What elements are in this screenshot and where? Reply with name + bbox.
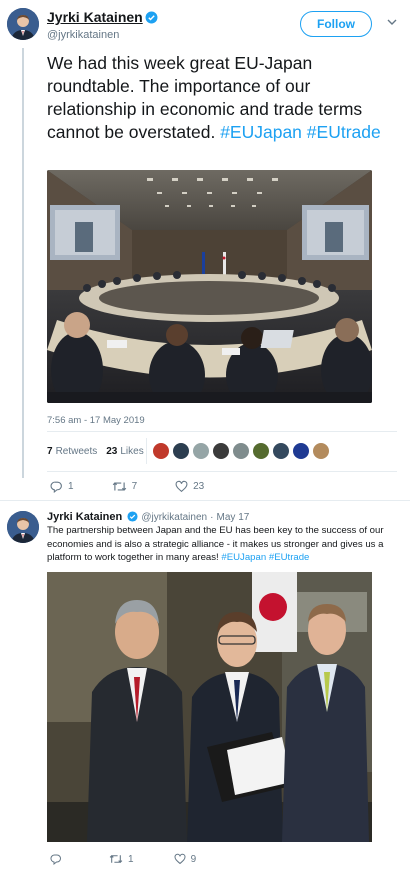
retweets-count: 7 [47,446,53,457]
author-info: Jyrki Katainen @jyrkikatainen [47,9,158,41]
reply-icon [50,481,62,493]
tweet-actions: 1 7 23 [50,480,204,493]
retweet-button[interactable]: 7 [112,480,138,493]
likes-stat[interactable]: 23 Likes [106,446,143,457]
divider [47,471,397,472]
retweets-stat[interactable]: 7 Retweets [47,446,97,457]
reply-actions: 1 9 [50,853,196,865]
reply-retweet-count: 1 [128,853,134,865]
reply-author-avatar[interactable] [7,511,39,543]
liker-avatars [153,443,329,459]
liker-avatar[interactable] [173,443,189,459]
tweet-timestamp[interactable]: 7:56 am - 17 May 2019 [47,415,145,426]
reply-date[interactable]: May 17 [217,512,250,523]
verified-badge-icon [127,511,138,522]
retweets-label: Retweets [55,446,98,457]
reply-reply-button[interactable] [50,853,67,865]
divider [47,431,397,432]
hashtag-eujapan[interactable]: #EUJapan [220,122,302,142]
reply-photo-three-men[interactable] [47,572,372,842]
reply-header: Jyrki Katainen @jyrkikatainen · May 17 [47,511,249,523]
liker-avatar[interactable] [253,443,269,459]
engagement-stats: 7 Retweets 23 Likes [47,446,144,457]
stats-divider [146,438,147,464]
follow-button[interactable]: Follow [300,11,372,37]
heart-icon [174,853,186,865]
reply-button[interactable]: 1 [50,480,74,493]
reply-separator: · [210,512,214,523]
liker-avatar[interactable] [213,443,229,459]
hashtag-eujapan[interactable]: #EUJapan [221,552,266,563]
reply-like-button[interactable]: 9 [174,853,197,865]
likes-label: Likes [120,446,144,457]
retweet-icon [112,482,126,491]
tweet-photo-roundtable[interactable] [47,170,372,403]
liker-avatar[interactable] [273,443,289,459]
reply-like-count: 9 [190,853,197,865]
liker-avatar[interactable] [193,443,209,459]
reply-text: The partnership between Japan and the EU… [47,524,397,565]
author-avatar[interactable] [7,8,39,40]
divider [0,500,410,501]
like-button[interactable]: 23 [175,480,204,493]
hashtag-eutrade[interactable]: #EUtrade [269,552,310,563]
liker-avatar[interactable] [313,443,329,459]
retweet-icon [109,855,123,863]
hashtag-eutrade[interactable]: #EUtrade [307,122,381,142]
reply-retweet-button[interactable]: 1 [109,853,134,865]
tweet-text: We had this week great EU-Japan roundtab… [47,52,397,144]
verified-badge-icon [145,11,158,24]
reply-body: The partnership between Japan and the EU… [47,525,384,563]
retweet-count: 7 [131,481,138,492]
reply-icon [50,854,61,865]
reply-author-name[interactable]: Jyrki Katainen [47,511,122,523]
liker-avatar[interactable] [233,443,249,459]
liker-avatar[interactable] [293,443,309,459]
reply-author-handle[interactable]: @jyrkikatainen [141,512,207,523]
like-count: 23 [193,481,205,492]
author-handle: @jyrkikatainen [47,29,120,41]
heart-icon [175,480,188,493]
reply-count: 1 [68,481,74,492]
liker-avatar[interactable] [153,443,169,459]
chevron-down-icon[interactable] [387,17,397,27]
thread-connector-line [22,48,24,478]
author-name[interactable]: Jyrki Katainen [47,9,143,25]
likes-count: 23 [106,446,118,457]
